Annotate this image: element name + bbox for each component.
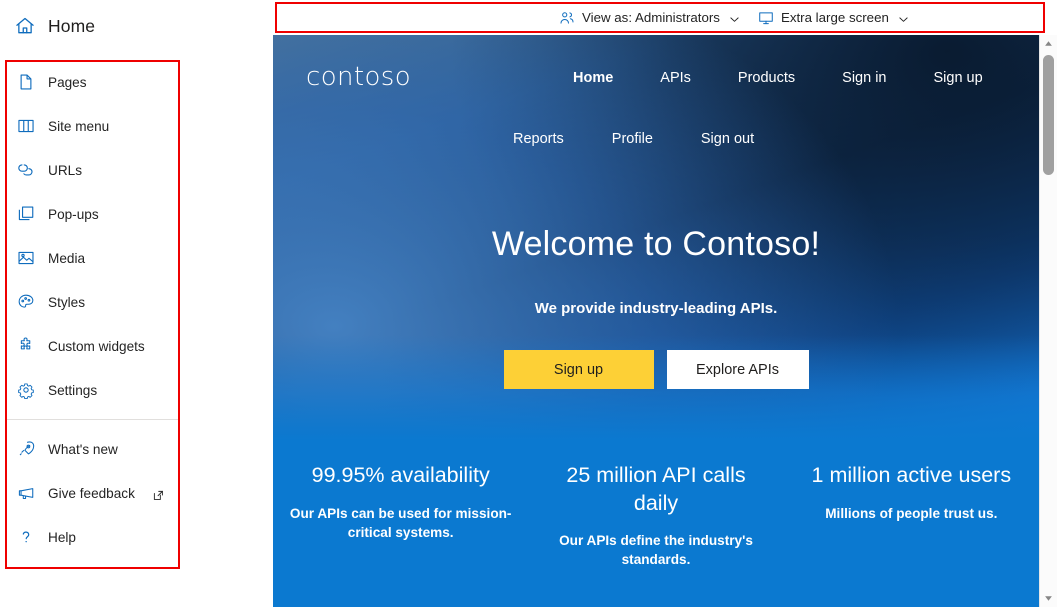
scrollbar-thumb[interactable] [1043,55,1054,175]
stat-card: 99.95% availability Our APIs can be used… [273,462,528,607]
puzzle-icon [17,337,35,355]
page-icon [17,73,35,91]
sidebar-item-label: Custom widgets [48,338,145,354]
contoso-website: contoso Home APIs Products Sign in Sign … [273,35,1039,607]
site-nav-row-secondary: Reports Profile Sign out [513,131,754,147]
site-link-sign-up[interactable]: Sign up [934,70,983,86]
hero-sign-up-button[interactable]: Sign up [503,350,654,389]
left-navigation-panel: Home Pages Site menu URLs Pop-ups Media … [0,0,273,607]
sidebar-item-give-feedback[interactable]: Give feedback [5,471,180,515]
stat-card: 25 million API calls daily Our APIs defi… [528,462,783,607]
stat-card: 1 million active users Millions of peopl… [784,462,1039,607]
preview-scrollbar[interactable] [1039,35,1057,607]
sidebar-item-styles[interactable]: Styles [5,280,180,324]
chevron-down-icon [898,12,909,23]
site-link-reports[interactable]: Reports [513,131,564,147]
sidebar-item-pages[interactable]: Pages [5,60,180,104]
screen-size-label: Extra large screen [780,10,889,25]
scroll-up-button[interactable] [1040,35,1057,52]
palette-icon [17,293,35,311]
scroll-down-button[interactable] [1040,590,1057,607]
site-link-home[interactable]: Home [573,70,613,86]
image-icon [17,249,35,267]
popup-icon [17,205,35,223]
link-icon [17,161,35,179]
site-link-sign-out[interactable]: Sign out [701,131,754,147]
chevron-down-icon [729,12,740,23]
sidebar-item-label: Give feedback [48,485,135,501]
book-icon [17,117,35,135]
page-title-header: Home [0,0,273,42]
sidebar-item-urls[interactable]: URLs [5,148,180,192]
site-nav-row-primary: Home APIs Products Sign in Sign up [573,70,983,86]
hero-explore-apis-button[interactable]: Explore APIs [666,350,809,389]
people-icon [559,10,575,26]
sidebar-item-custom-widgets[interactable]: Custom widgets [5,324,180,368]
sidebar-item-label: Settings [48,382,98,398]
megaphone-icon [17,484,35,502]
monitor-icon [758,10,774,26]
contoso-logo[interactable]: contoso [306,62,411,92]
preview-toolbar-container: View as: Administrators Extra large scre… [273,0,1057,35]
preview-toolbar: View as: Administrators Extra large scre… [550,4,1057,31]
sidebar-item-label: Help [48,529,76,545]
stats-band: 99.95% availability Our APIs can be used… [273,440,1039,607]
home-icon [14,15,36,37]
sidebar-item-label: Media [48,250,86,266]
question-icon [17,528,35,546]
sidebar-item-pop-ups[interactable]: Pop-ups [5,192,180,236]
site-editor-window: Home Pages Site menu URLs Pop-ups Media … [0,0,1057,607]
gear-icon [17,381,35,400]
sidebar-menu: Pages Site menu URLs Pop-ups Media Style… [5,60,180,559]
sidebar-item-label: What's new [48,441,118,457]
page-title: Home [48,15,96,36]
sidebar-item-label: Styles [48,294,86,310]
external-link-icon [153,488,164,500]
stat-body: Our APIs define the industry's standards… [559,533,753,568]
stat-headline: 1 million active users [811,463,1012,487]
sidebar-item-media[interactable]: Media [5,236,180,280]
view-as-label: View as: Administrators [582,10,720,25]
sidebar-item-whats-new[interactable]: What's new [5,427,180,471]
chevron-up-icon [1045,41,1052,46]
chevron-down-icon [1045,596,1052,601]
hero-button-group: Sign up Explore APIs [273,350,1039,389]
hero-title: Welcome to Contoso! [491,225,821,263]
sidebar-divider [5,419,180,420]
screen-size-dropdown[interactable]: Extra large screen [749,4,918,31]
sidebar-item-settings[interactable]: Settings [5,368,180,412]
site-link-profile[interactable]: Profile [612,131,653,147]
rocket-icon [17,440,35,458]
sidebar-item-site-menu[interactable]: Site menu [5,104,180,148]
site-preview-canvas: contoso Home APIs Products Sign in Sign … [273,35,1039,607]
view-as-dropdown[interactable]: View as: Administrators [550,4,749,31]
sidebar-item-label: Pop-ups [48,206,99,222]
stat-headline: 25 million API calls daily [566,463,746,515]
hero-subtitle: We provide industry-leading APIs. [534,300,778,317]
stat-body: Millions of people trust us. [825,505,998,521]
sidebar-item-label: Site menu [48,118,110,134]
site-link-sign-in[interactable]: Sign in [842,70,886,86]
sidebar-item-help[interactable]: Help [5,515,180,559]
stat-headline: 99.95% availability [311,463,490,487]
site-link-products[interactable]: Products [738,70,795,86]
sidebar-item-label: URLs [48,162,82,178]
sidebar-item-label: Pages [48,74,87,90]
site-link-apis[interactable]: APIs [660,70,691,86]
stat-body: Our APIs can be used for mission-critica… [289,505,512,540]
